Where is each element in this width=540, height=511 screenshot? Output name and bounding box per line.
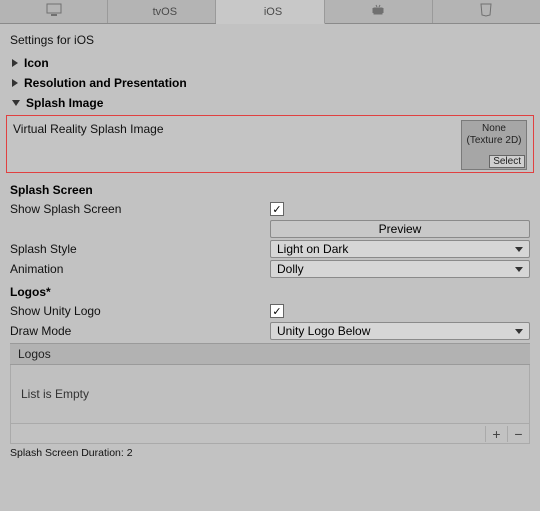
texture-slot-none: None (482, 123, 506, 135)
splash-style-dropdown[interactable]: Light on Dark (270, 240, 530, 258)
splash-screen-header: Splash Screen (0, 177, 540, 199)
tab-standalone[interactable] (0, 0, 108, 23)
foldout-icon[interactable]: Icon (0, 53, 540, 73)
logos-list-header: Logos (10, 343, 530, 365)
texture-select-button[interactable]: Select (489, 155, 525, 168)
page-title: Settings for iOS (0, 29, 540, 53)
show-unity-logo-checkbox[interactable]: ✓ (270, 304, 284, 318)
monitor-icon (46, 3, 62, 20)
foldout-splash-label: Splash Image (26, 96, 103, 110)
draw-mode-label: Draw Mode (10, 324, 270, 338)
android-icon (371, 3, 385, 20)
foldout-resolution-label: Resolution and Presentation (24, 76, 187, 90)
splash-style-label: Splash Style (10, 242, 270, 256)
list-empty-label: List is Empty (21, 387, 89, 401)
draw-mode-dropdown[interactable]: Unity Logo Below (270, 322, 530, 340)
add-logo-button[interactable]: + (485, 426, 507, 442)
vr-splash-label: Virtual Reality Splash Image (13, 120, 453, 136)
logos-header: Logos* (0, 279, 540, 301)
platform-tabs: tvOS iOS (0, 0, 540, 24)
logos-empty-area: List is Empty (10, 365, 530, 424)
show-splash-label: Show Splash Screen (10, 202, 270, 216)
tab-webgl[interactable] (433, 0, 540, 23)
animation-label: Animation (10, 262, 270, 276)
vr-splash-texture-slot[interactable]: None (Texture 2D) Select (461, 120, 527, 170)
foldout-splash-image[interactable]: Splash Image (0, 93, 540, 113)
remove-logo-button[interactable]: − (507, 426, 529, 442)
tab-ios[interactable]: iOS (216, 0, 324, 24)
logos-list-footer: + − (10, 424, 530, 444)
foldout-resolution[interactable]: Resolution and Presentation (0, 73, 540, 93)
foldout-icon-label: Icon (24, 56, 49, 70)
tab-android[interactable] (325, 0, 433, 23)
tab-tvos-label: tvOS (153, 6, 177, 18)
chevron-down-icon (12, 100, 20, 106)
splash-style-value: Light on Dark (277, 242, 348, 256)
vr-splash-highlight: Virtual Reality Splash Image None (Textu… (6, 115, 534, 173)
html5-icon (480, 3, 492, 20)
chevron-right-icon (12, 79, 18, 87)
texture-slot-type: (Texture 2D) (466, 135, 521, 147)
show-unity-logo-label: Show Unity Logo (10, 304, 270, 318)
chevron-right-icon (12, 59, 18, 67)
draw-mode-value: Unity Logo Below (277, 324, 370, 338)
tab-tvos[interactable]: tvOS (108, 0, 216, 23)
show-splash-checkbox[interactable]: ✓ (270, 202, 284, 216)
animation-dropdown[interactable]: Dolly (270, 260, 530, 278)
animation-value: Dolly (277, 262, 304, 276)
preview-button[interactable]: Preview (270, 220, 530, 238)
tab-ios-label: iOS (264, 6, 282, 18)
splash-duration-label: Splash Screen Duration: 2 (0, 444, 540, 462)
settings-panel: Settings for iOS Icon Resolution and Pre… (0, 24, 540, 462)
